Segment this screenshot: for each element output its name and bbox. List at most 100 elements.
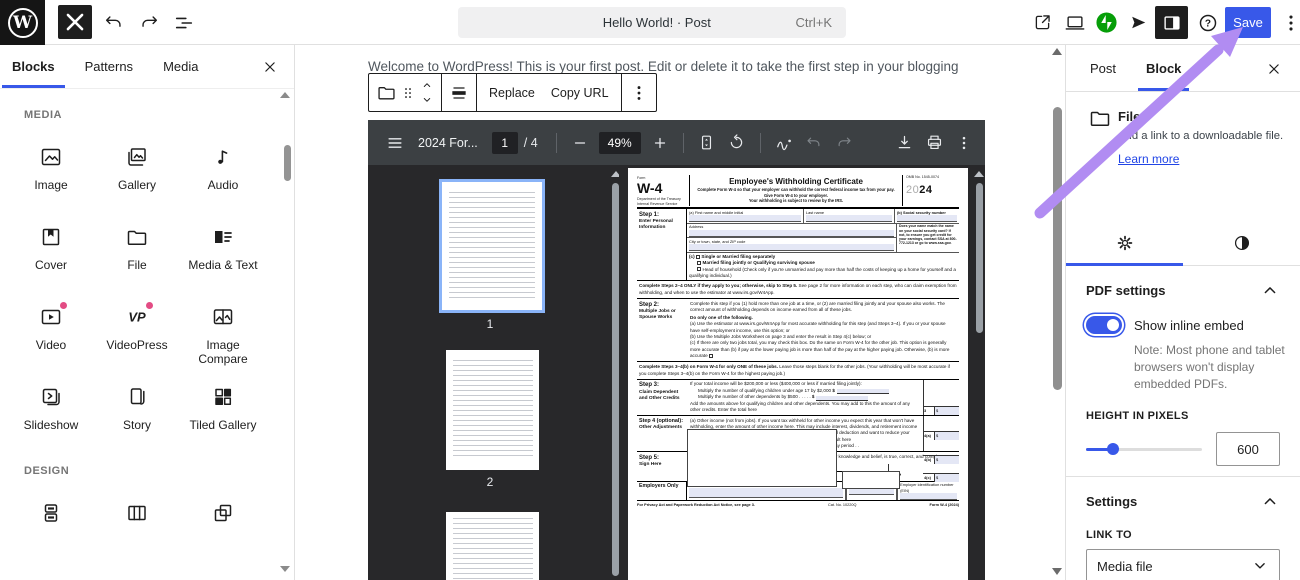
tab-post[interactable]: Post [1088,47,1118,90]
publicize-button[interactable] [1122,6,1155,39]
wordpress-editor: W Hello World! · Post Ctrl+K ? Save Bloc… [0,0,1300,580]
drag-handle[interactable] [399,78,417,108]
tab-blocks[interactable]: Blocks [10,46,57,87]
w4-footer-cat: Cat. No. 10220Q [828,503,857,508]
help-button[interactable]: ? [1191,6,1224,39]
learn-more-link[interactable]: Learn more [1118,152,1179,166]
command-palette[interactable]: Hello World! · Post Ctrl+K [458,7,846,38]
align-button[interactable] [446,78,472,108]
block-options-button[interactable] [626,78,652,108]
command-shortcut: Ctrl+K [796,15,846,30]
inserter-item-stack-icon[interactable] [8,481,94,561]
wordpress-logo[interactable]: W [0,0,45,45]
document-overview-button[interactable] [167,6,200,39]
pdf-more-button[interactable] [949,128,979,158]
inserter-item-group-icon[interactable] [180,481,266,561]
inserter-item-label: Image [9,179,93,193]
close-inserter-x[interactable] [258,55,282,79]
pdf-annotate-button[interactable] [769,128,799,158]
height-input[interactable] [1216,432,1280,466]
close-inserter-button[interactable] [58,5,92,39]
w4-emp-ein: Employer identification number (EIN) [900,482,957,493]
close-sidebar-button[interactable] [1262,57,1286,81]
image-icon [39,145,63,169]
inserter-item-file[interactable]: File [94,205,180,285]
inserter-item-cover[interactable]: Cover [8,205,94,285]
editor-scrollbar-thumb[interactable] [1053,107,1062,390]
pdf-print-button[interactable] [919,128,949,158]
sidebar-tabs: Post Block [1066,45,1300,92]
send-icon [1129,13,1148,32]
pdf-rotate-button[interactable] [722,128,752,158]
thumbnail-scrollbar[interactable] [612,169,619,580]
inserter-item-gallery[interactable]: Gallery [94,125,180,205]
inserter-item-label: Image Compare [181,339,265,367]
scroll-up-arrow[interactable] [1052,48,1062,55]
w4-title: Employee's Withholding Certificate [694,176,898,187]
inserter-item-audio[interactable]: Audio [180,125,266,205]
link-to-select[interactable]: Media file [1086,549,1280,580]
tab-media[interactable]: Media [161,46,200,87]
scroll-down-arrow[interactable] [280,566,290,572]
inserter-item-tiled-gallery[interactable]: Tiled Gallery [180,365,266,445]
show-inline-embed-toggle[interactable] [1086,316,1122,334]
height-slider[interactable] [1086,448,1202,451]
inserter-item-story[interactable]: Story [94,365,180,445]
pdf-zoom-out-button[interactable] [565,128,595,158]
move-up-button[interactable] [417,78,437,93]
pdf-thumbnail-1[interactable] [442,182,542,310]
rotate-icon [727,133,746,152]
save-button[interactable]: Save [1225,7,1271,38]
settings-sidebar-toggle[interactable] [1155,6,1188,39]
inserter-section-label: DESIGN [24,465,294,477]
pdf-thumbnail-3[interactable] [446,512,539,580]
inserter-item-slideshow[interactable]: Slideshow [8,365,94,445]
inserter-scrollbar[interactable] [284,145,291,181]
height-slider-thumb[interactable] [1107,443,1119,455]
options-button[interactable] [1274,6,1300,39]
chevron-up-icon[interactable] [1260,280,1280,300]
pdf-redo-button[interactable] [829,128,859,158]
w4-subtitle1: Complete Form W-4 so that your employer … [694,187,898,193]
tab-settings[interactable] [1066,220,1183,265]
pdf-undo-button[interactable] [799,128,829,158]
post-paragraph[interactable]: Welcome to WordPress! This is your first… [368,59,959,74]
view-post-button[interactable] [1026,6,1059,39]
replace-button[interactable]: Replace [481,86,543,100]
pdf-scrollbar[interactable] [976,183,983,333]
scroll-down-arrow[interactable] [1052,568,1062,575]
inserter-item-videopress[interactable]: VPVideoPress [94,285,180,365]
move-down-button[interactable] [417,93,437,108]
pdf-menu-button[interactable] [380,128,410,158]
jetpack-button[interactable] [1090,6,1123,39]
inserter-grid [0,481,294,561]
copy-url-button[interactable]: Copy URL [543,86,617,100]
tab-styles[interactable] [1183,220,1300,265]
chevron-up-icon[interactable] [1260,491,1280,511]
pdf-page-input[interactable]: 1 [492,132,518,154]
pdf-zoom-level[interactable]: 49% [599,132,641,154]
tab-patterns[interactable]: Patterns [83,46,135,87]
inserter-item-media-text[interactable]: Media & Text [180,205,266,285]
inserter-item-image-compare[interactable]: Image Compare [180,285,266,365]
file-block-button[interactable] [373,78,399,108]
chevron-down-icon [420,94,434,106]
pdf-zoom-in-button[interactable] [645,128,675,158]
inserter-item-label: Media & Text [181,259,265,273]
svg-text:VP: VP [128,310,146,325]
preview-button[interactable] [1058,6,1091,39]
inserter-item-label: Cover [9,259,93,273]
minus-icon [571,134,589,152]
inserter-item-image[interactable]: Image [8,125,94,205]
fit-page-icon [697,133,716,152]
pdf-thumbnail-2[interactable] [446,350,539,470]
pdf-download-button[interactable] [889,128,919,158]
redo-button[interactable] [132,6,165,39]
tab-block[interactable]: Block [1144,47,1183,90]
inserter-item-columns-icon[interactable] [94,481,180,561]
undo-button[interactable] [97,6,130,39]
scroll-up-arrow[interactable] [280,92,290,98]
inserter-item-video[interactable]: Video [8,285,94,365]
w4-white-overlay-large [687,429,837,487]
pdf-fit-page-button[interactable] [692,128,722,158]
